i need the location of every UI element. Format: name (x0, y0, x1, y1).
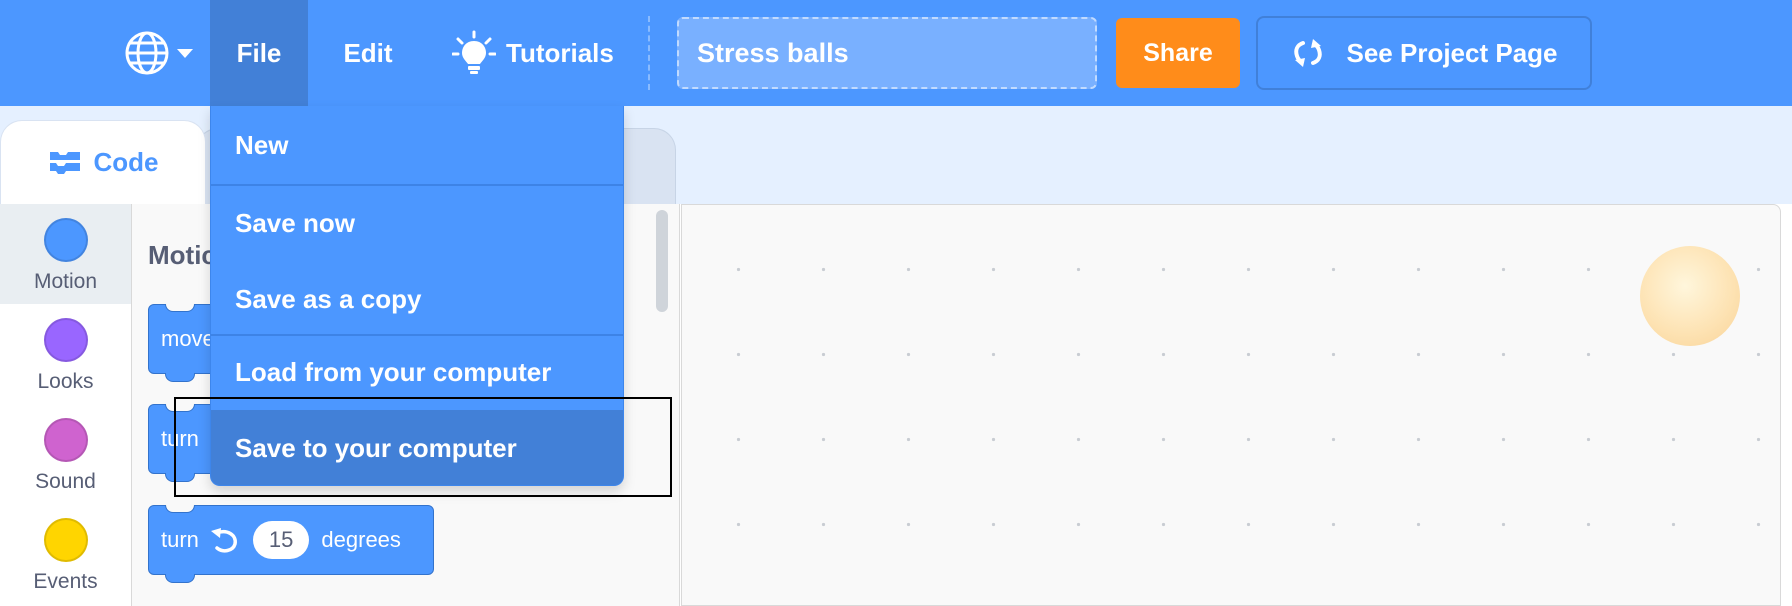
category-label: Events (33, 570, 98, 593)
file-menu-dropdown: New Save now Save as a copy Load from yo… (210, 106, 624, 486)
block-notch (165, 505, 195, 513)
menu-divider (648, 16, 650, 90)
code-blocks-icon (49, 151, 80, 174)
block-text: turn (161, 426, 199, 451)
language-menu[interactable] (124, 30, 202, 76)
file-menu-label: File (236, 37, 282, 68)
menu-item-label: Save as a copy (235, 283, 422, 314)
tutorials-label: Tutorials (506, 37, 614, 68)
palette-scrollbar[interactable] (656, 210, 668, 312)
sound-color-dot (43, 418, 88, 462)
block-notch (165, 304, 195, 312)
block-suffix: degrees (321, 527, 401, 552)
sprite-glow (1640, 246, 1740, 346)
category-sound[interactable]: Sound (0, 404, 131, 504)
block-categories: Motion Looks Sound Events (0, 204, 132, 606)
project-title-text: Stress balls (697, 37, 849, 68)
events-color-dot (43, 518, 88, 562)
menu-item-label: Load from your computer (235, 356, 552, 387)
block-notch (165, 404, 195, 412)
caret-down-icon (177, 49, 193, 58)
share-label: Share (1143, 38, 1213, 67)
menu-bar: File Edit Tutorials Stress balls Share S… (0, 0, 1792, 106)
tutorials-button[interactable]: Tutorials (452, 0, 614, 106)
project-title-input[interactable]: Stress balls (677, 17, 1097, 89)
globe-icon (125, 31, 169, 75)
category-events[interactable]: Events (0, 504, 131, 604)
category-motion[interactable]: Motion (0, 204, 131, 304)
category-label: Motion (33, 270, 98, 293)
see-project-page-button[interactable]: See Project Page (1256, 16, 1592, 90)
file-menu-button[interactable]: File (210, 0, 308, 106)
looks-color-dot (43, 318, 88, 362)
block-tab (165, 373, 195, 382)
block-turn-left[interactable]: turn 15 degrees (148, 505, 434, 583)
degrees-input[interactable]: 15 (252, 521, 310, 559)
edit-menu-label: Edit (343, 37, 393, 68)
lightbulb-icon (452, 30, 496, 74)
menu-item-save-now[interactable]: Save now (211, 186, 623, 260)
share-button[interactable]: Share (1116, 18, 1240, 88)
see-project-label: See Project Page (1346, 37, 1558, 68)
block-text: turn (161, 527, 199, 552)
menu-item-label: Save to your computer (235, 432, 517, 463)
menu-item-save-to-computer[interactable]: Save to your computer (211, 410, 623, 485)
category-label: Sound (35, 470, 96, 493)
menu-item-load-from-computer[interactable]: Load from your computer (211, 336, 623, 408)
menu-item-new[interactable]: New (211, 106, 623, 184)
remix-icon (1293, 39, 1322, 67)
tab-code-label: Code (93, 147, 159, 177)
palette-heading: Motic (148, 240, 216, 270)
tab-code[interactable]: Code (0, 120, 206, 204)
menu-item-label: Save now (235, 207, 355, 238)
menu-item-save-as-copy[interactable]: Save as a copy (211, 260, 623, 338)
edit-menu-button[interactable]: Edit (318, 0, 418, 106)
block-tab (165, 574, 195, 583)
category-label: Looks (37, 370, 94, 393)
script-workspace[interactable] (681, 204, 1781, 606)
block-tab (165, 473, 195, 482)
menu-item-label: New (235, 129, 289, 160)
motion-color-dot (43, 218, 88, 262)
rotate-left-icon (210, 528, 237, 553)
category-looks[interactable]: Looks (0, 304, 131, 404)
block-text: move (161, 326, 215, 351)
